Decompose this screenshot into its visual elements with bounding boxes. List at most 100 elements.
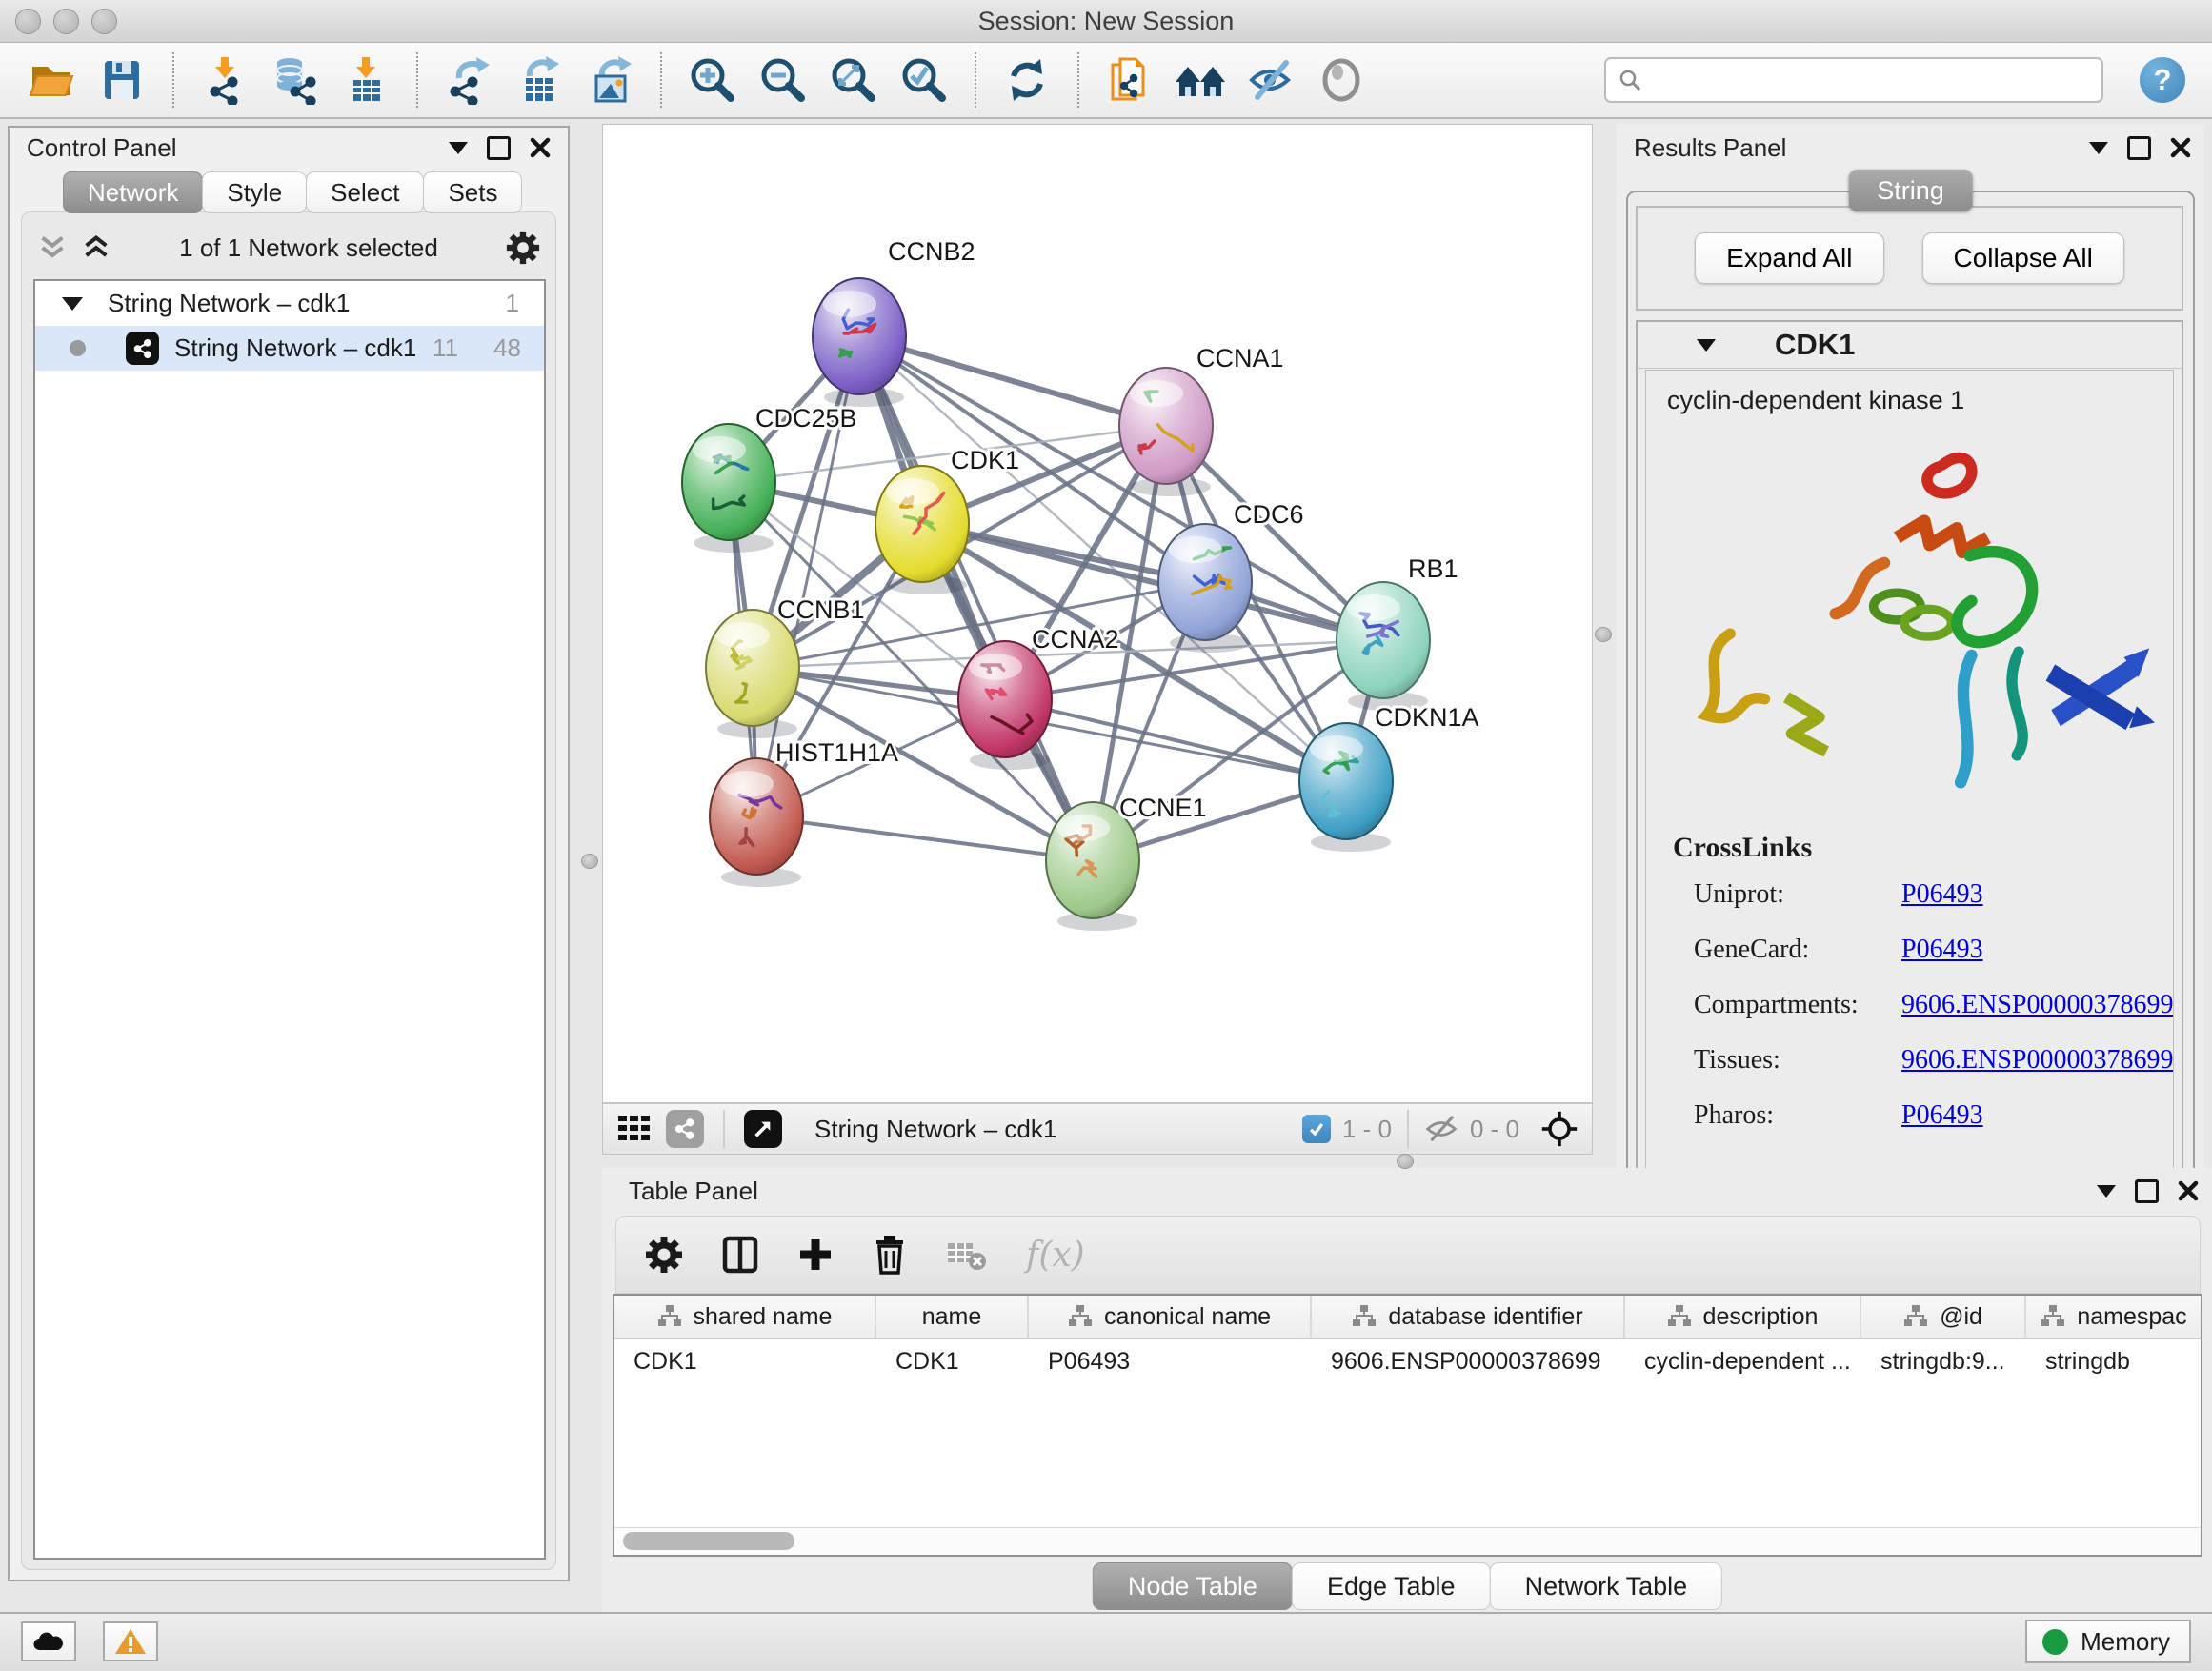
gear-icon[interactable] xyxy=(506,231,540,265)
network-node-HIST1H1A[interactable]: HIST1H1A xyxy=(710,738,898,887)
right-splitter-handle[interactable] xyxy=(1595,627,1612,642)
maximize-panel-icon[interactable] xyxy=(2127,136,2151,160)
import-table-button[interactable] xyxy=(337,50,394,110)
zoom-out-button[interactable] xyxy=(754,50,812,110)
genecard-link[interactable]: P06493 xyxy=(1901,935,2173,965)
zoom-selected-button[interactable] xyxy=(895,50,953,110)
float-panel-icon[interactable] xyxy=(449,142,468,154)
bottom-splitter-handle[interactable] xyxy=(1397,1154,1414,1169)
memory-button[interactable]: Memory xyxy=(2025,1620,2191,1663)
tab-network[interactable]: Network xyxy=(63,171,203,213)
cell-description[interactable]: cyclin-dependent ... xyxy=(1625,1348,1861,1376)
import-database-button[interactable] xyxy=(267,50,324,110)
network-node-CDC25B[interactable]: CDC25B xyxy=(682,404,857,553)
save-session-button[interactable] xyxy=(93,50,151,110)
network-row[interactable]: String Network – cdk1 11 48 xyxy=(35,326,544,371)
cell-database-identifier[interactable]: 9606.ENSP00000378699 xyxy=(1312,1348,1625,1376)
network-collection-row[interactable]: String Network – cdk1 1 xyxy=(35,281,544,326)
maximize-panel-icon[interactable] xyxy=(2135,1179,2159,1203)
export-image-button[interactable] xyxy=(581,50,638,110)
cell-shared-name[interactable]: CDK1 xyxy=(614,1348,876,1376)
collection-expand-icon[interactable] xyxy=(62,297,83,311)
cell-namespace[interactable]: stringdb xyxy=(2026,1348,2202,1376)
column-header-description[interactable]: description xyxy=(1625,1296,1861,1338)
network-share-icon[interactable] xyxy=(666,1110,704,1148)
tab-string[interactable]: String xyxy=(1848,170,1973,211)
collapse-all-icon[interactable] xyxy=(37,233,68,262)
uniprot-link[interactable]: P06493 xyxy=(1901,879,2173,910)
show-columns-icon[interactable] xyxy=(721,1236,759,1274)
network-node-CDKN1A[interactable]: CDKN1A xyxy=(1299,703,1479,852)
expand-all-icon[interactable] xyxy=(81,233,111,262)
toolbar-separator xyxy=(172,52,174,108)
network-edge[interactable] xyxy=(756,816,1093,860)
network-node-RB1[interactable]: RB1 xyxy=(1337,554,1458,711)
delete-table-icon[interactable] xyxy=(946,1238,988,1272)
gene-entry-header[interactable]: CDK1 xyxy=(1638,322,2182,369)
network-node-CCNB2[interactable]: CCNB2 xyxy=(813,237,975,407)
tab-network-table[interactable]: Network Table xyxy=(1490,1562,1723,1610)
column-header-database-identifier[interactable]: database identifier xyxy=(1312,1296,1625,1338)
selected-checkbox-icon[interactable] xyxy=(1302,1115,1331,1143)
warnings-button[interactable] xyxy=(103,1621,158,1661)
node-label: HIST1H1A xyxy=(775,738,898,767)
maximize-panel-icon[interactable] xyxy=(487,136,511,160)
export-table-button[interactable] xyxy=(511,50,568,110)
add-column-icon[interactable] xyxy=(797,1237,834,1273)
column-header-canonical-name[interactable]: canonical name xyxy=(1029,1296,1312,1338)
copy-network-button[interactable] xyxy=(1101,50,1158,110)
export-network-button[interactable] xyxy=(440,50,497,110)
import-network-button[interactable] xyxy=(196,50,253,110)
hide-button[interactable] xyxy=(1242,50,1299,110)
column-header-namespace[interactable]: namespac xyxy=(2026,1296,2202,1338)
cell-name[interactable]: CDK1 xyxy=(876,1348,1029,1376)
expand-all-button[interactable]: Expand All xyxy=(1695,232,1883,284)
open-session-button[interactable] xyxy=(23,50,80,110)
birdseye-icon[interactable] xyxy=(1540,1110,1579,1148)
column-header-name[interactable]: name xyxy=(876,1296,1029,1338)
left-splitter-handle[interactable] xyxy=(581,854,598,869)
tissues-link[interactable]: 9606.ENSP00000378699 xyxy=(1901,1045,2173,1076)
column-header-id[interactable]: @id xyxy=(1861,1296,2026,1338)
table-settings-gear-icon[interactable] xyxy=(645,1236,683,1274)
tab-node-table[interactable]: Node Table xyxy=(1093,1562,1293,1610)
cloud-button[interactable] xyxy=(21,1621,76,1661)
float-panel-icon[interactable] xyxy=(2097,1185,2116,1198)
function-builder-icon[interactable]: f(x) xyxy=(1026,1236,1085,1275)
cell-id[interactable]: stringdb:9... xyxy=(1861,1348,2026,1376)
import-table-icon xyxy=(341,55,391,105)
search-input[interactable] xyxy=(1652,66,2090,94)
column-header-shared-name[interactable]: shared name xyxy=(614,1296,876,1338)
show-button[interactable] xyxy=(1313,50,1370,110)
column-type-icon xyxy=(657,1304,682,1329)
help-button[interactable]: ? xyxy=(2140,57,2185,103)
pharos-link[interactable]: P06493 xyxy=(1901,1100,2173,1131)
tab-style[interactable]: Style xyxy=(202,171,307,213)
network-edge[interactable] xyxy=(859,336,1093,860)
close-panel-icon[interactable] xyxy=(530,137,551,158)
close-panel-icon[interactable] xyxy=(2170,137,2191,158)
tab-select[interactable]: Select xyxy=(306,171,424,213)
table-horizontal-scrollbar[interactable] xyxy=(614,1527,2201,1555)
tab-edge-table[interactable]: Edge Table xyxy=(1292,1562,1491,1610)
delete-column-icon[interactable] xyxy=(872,1235,908,1275)
grid-view-icon[interactable] xyxy=(616,1112,651,1146)
compartments-link[interactable]: 9606.ENSP00000378699 xyxy=(1901,990,2173,1020)
entry-expand-icon[interactable] xyxy=(1697,339,1716,352)
home-button[interactable] xyxy=(1172,50,1229,110)
network-canvas[interactable]: CCNB2CCNA1CDC25BCDK1CDC6RB1CCNB1CCNA2CDK… xyxy=(603,125,1592,1104)
float-panel-icon[interactable] xyxy=(2089,142,2108,154)
detach-view-icon[interactable] xyxy=(744,1110,782,1148)
tab-sets[interactable]: Sets xyxy=(423,171,522,213)
cell-canonical-name[interactable]: P06493 xyxy=(1029,1348,1312,1376)
collapse-all-button[interactable]: Collapse All xyxy=(1922,232,2124,284)
network-nodes: CCNB2CCNA1CDC25BCDK1CDC6RB1CCNB1CCNA2CDK… xyxy=(682,237,1479,931)
zoom-fit-button[interactable] xyxy=(825,50,882,110)
scrollbar-thumb[interactable] xyxy=(623,1532,794,1550)
network-node-CCNA1[interactable]: CCNA1 xyxy=(1119,344,1284,496)
zoom-in-button[interactable] xyxy=(684,50,741,110)
network-node-CCNE1[interactable]: CCNE1 xyxy=(1046,794,1207,931)
close-panel-icon[interactable] xyxy=(2178,1180,2199,1201)
refresh-button[interactable] xyxy=(998,50,1056,110)
table-row[interactable]: CDK1 CDK1 P06493 9606.ENSP00000378699 cy… xyxy=(614,1339,2201,1383)
